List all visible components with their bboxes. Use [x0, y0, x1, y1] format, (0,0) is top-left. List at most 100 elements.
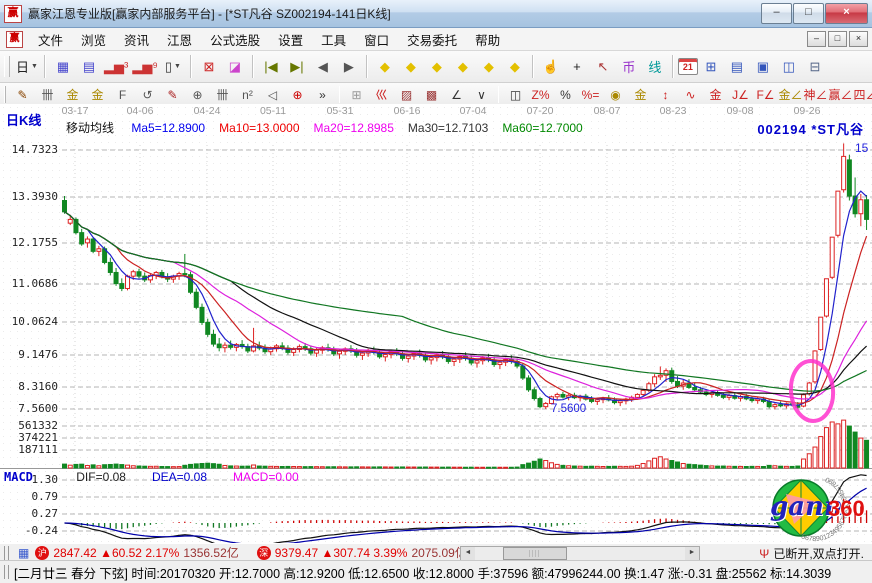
candle-style-button[interactable]: ▯▼: [160, 55, 186, 78]
gann-net-icon[interactable]: ▦: [50, 55, 76, 78]
bars-9-icon[interactable]: ▂▅⁹: [130, 55, 160, 78]
menu-item-tools[interactable]: 工具: [312, 32, 355, 50]
menu-item-file[interactable]: 文件: [29, 32, 72, 50]
toolbar-grip[interactable]: [4, 56, 10, 78]
gold-angle2-icon[interactable]: 金: [703, 85, 728, 105]
gold-lines-icon[interactable]: 金: [628, 85, 653, 105]
period-day-button[interactable]: 日▼: [14, 55, 40, 78]
toolbar-separator: [339, 86, 340, 103]
close-button[interactable]: ×: [825, 3, 868, 24]
mirror-angle-icon[interactable]: ◁: [260, 85, 285, 105]
y-axis-tick: 11.0686: [0, 277, 58, 290]
fit-all-icon[interactable]: ◆: [502, 55, 528, 78]
fan-box-icon[interactable]: ▨: [394, 85, 419, 105]
svg-text:15: 15: [855, 141, 869, 155]
shenzhen-badge-icon[interactable]: 深: [257, 546, 271, 560]
grid-box-icon[interactable]: ⊞: [344, 85, 369, 105]
hand-tool-icon[interactable]: ☝: [538, 55, 564, 78]
brush-updown-icon[interactable]: ↕: [653, 85, 678, 105]
shrink-h-icon[interactable]: ◆: [450, 55, 476, 78]
next-page-icon[interactable]: ▶: [336, 55, 362, 78]
notes-icon[interactable]: ▤: [724, 55, 750, 78]
shen-angle-icon[interactable]: 神∠: [803, 85, 828, 105]
menu-item-gann[interactable]: 江恩: [158, 32, 201, 50]
menu-item-news[interactable]: 资讯: [115, 32, 158, 50]
percent-lines-icon[interactable]: %=: [578, 85, 603, 105]
pointer-a-icon[interactable]: ↖: [590, 55, 616, 78]
gold-comb-icon[interactable]: 金: [60, 85, 85, 105]
crosshair-tool-icon[interactable]: +: [564, 55, 590, 78]
y-axis-tick: -0.24: [0, 524, 58, 537]
f-comb-icon[interactable]: F: [110, 85, 135, 105]
title-bar: 赢 赢家江恩专业版[赢家内部服务平台] - [*ST凡谷 SZ002194-14…: [0, 0, 872, 28]
shanghai-badge-icon[interactable]: 沪: [35, 546, 49, 560]
menu-item-trade-commission[interactable]: 交易委托: [398, 32, 466, 50]
gann-box-icon[interactable]: ⊠: [196, 55, 222, 78]
expand-v-icon[interactable]: ◆: [476, 55, 502, 78]
pan-right-icon[interactable]: ◆: [398, 55, 424, 78]
si-angle-icon[interactable]: 四∠: [853, 85, 872, 105]
expand-h-icon[interactable]: ◆: [424, 55, 450, 78]
spiral-icon[interactable]: ↺: [135, 85, 160, 105]
comb-icon[interactable]: 卌: [210, 85, 235, 105]
pan-left-icon[interactable]: ◆: [372, 55, 398, 78]
calendar-icon[interactable]: 21: [678, 58, 698, 75]
bars-3-icon[interactable]: ▂▅³: [102, 55, 130, 78]
calculator-icon[interactable]: ⊞: [698, 55, 724, 78]
toolbar-grip[interactable]: [4, 86, 6, 102]
menu-item-help[interactable]: 帮助: [466, 32, 509, 50]
percent-z-icon[interactable]: Z%: [528, 85, 553, 105]
scroll-right-arrow[interactable]: ►: [685, 547, 699, 560]
gold-angle-icon[interactable]: 金∠: [778, 85, 803, 105]
scroll-left-arrow[interactable]: ◄: [461, 547, 475, 560]
more-chevron-icon[interactable]: »: [310, 85, 335, 105]
window-title: 赢家江恩专业版[赢家内部服务平台] - [*ST凡谷 SZ002194-141日…: [28, 5, 761, 22]
horizontal-scrollbar[interactable]: ◄ ►: [460, 546, 700, 561]
v-angle-icon[interactable]: ∨: [469, 85, 494, 105]
prev-page-icon[interactable]: ◀: [310, 55, 336, 78]
fan-lines-icon[interactable]: 巛: [369, 85, 394, 105]
price-ruler-icon[interactable]: ◫: [503, 85, 528, 105]
mdi-restore-button[interactable]: □: [828, 31, 847, 47]
measure-brush-icon[interactable]: ✎: [10, 85, 35, 105]
mdi-minimize-button[interactable]: –: [807, 31, 826, 47]
menu-item-formula-stock-pick[interactable]: 公式选股: [201, 32, 269, 50]
menu-item-settings[interactable]: 设置: [269, 32, 312, 50]
net-box-icon[interactable]: ▩: [419, 85, 444, 105]
menu-item-window[interactable]: 窗口: [355, 32, 398, 50]
line-tool-icon[interactable]: 线: [642, 55, 668, 78]
brush-comb-icon[interactable]: ✎: [160, 85, 185, 105]
scrollbar-thumb[interactable]: [503, 547, 567, 560]
gold-comb2-icon[interactable]: 金: [85, 85, 110, 105]
circle-comb-icon[interactable]: ⊕: [185, 85, 210, 105]
menu-item-browse[interactable]: 浏览: [72, 32, 115, 50]
coin-tool-icon[interactable]: 币: [616, 55, 642, 78]
angle-fan-icon[interactable]: ∠: [444, 85, 469, 105]
last-page-icon[interactable]: ▶|: [284, 55, 310, 78]
n2-comb-icon[interactable]: n²: [235, 85, 260, 105]
ying-angle-icon[interactable]: 赢∠: [828, 85, 853, 105]
printer-icon[interactable]: ⊟: [802, 55, 828, 78]
maximize-button[interactable]: □: [793, 3, 824, 24]
compass-icon[interactable]: ⊕: [285, 85, 310, 105]
toolbar-separator: [498, 86, 499, 103]
info-list-icon[interactable]: ▤: [76, 55, 102, 78]
volume-profile-icon[interactable]: ◪: [222, 55, 248, 78]
f-angle-icon[interactable]: F∠: [753, 85, 778, 105]
minimize-button[interactable]: –: [761, 3, 792, 24]
app-menu-icon[interactable]: 赢: [6, 31, 23, 48]
market-grid-icon[interactable]: ▦: [18, 546, 29, 560]
fib-comb-icon[interactable]: 卌: [35, 85, 60, 105]
wave-box-icon[interactable]: ∿: [678, 85, 703, 105]
gold-circle-icon[interactable]: ◉: [603, 85, 628, 105]
kline-chart[interactable]: 日K线 03-1704-0604-2405-1105-3106-1607-040…: [0, 104, 872, 543]
first-page-icon[interactable]: |◀: [258, 55, 284, 78]
network-icon[interactable]: ◫: [776, 55, 802, 78]
mdi-close-button[interactable]: ×: [849, 31, 868, 47]
save-icon[interactable]: ▣: [750, 55, 776, 78]
macd-pane-label: MACD: [4, 470, 33, 484]
sz-pct: 3.39%: [373, 546, 407, 560]
percent-icon[interactable]: %: [553, 85, 578, 105]
y-axis-tick: 187111: [0, 443, 58, 456]
j-angle-icon[interactable]: J∠: [728, 85, 753, 105]
